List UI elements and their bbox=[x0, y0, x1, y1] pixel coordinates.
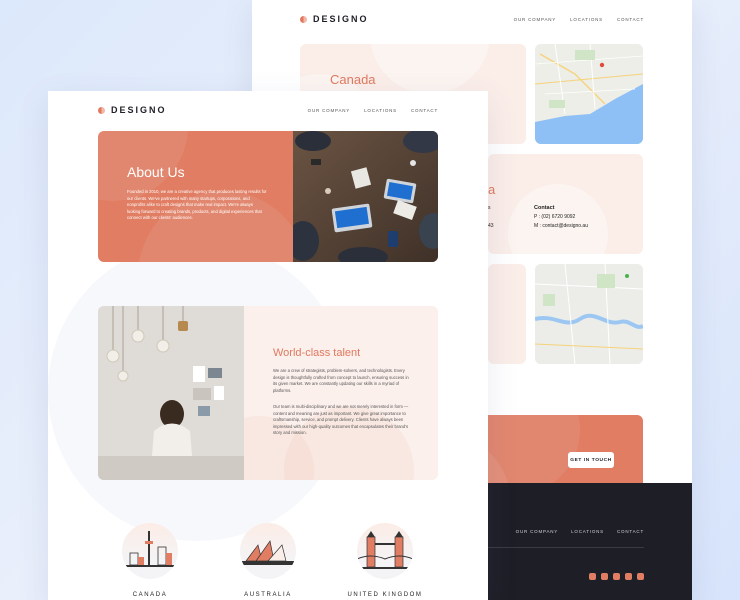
australia-illustration bbox=[240, 523, 296, 579]
team-meeting-photo bbox=[293, 131, 438, 262]
talent-paragraph-1: We are a crew of strategists, problem-so… bbox=[273, 368, 409, 393]
top-nav: OUR COMPANY LOCATIONS CONTACT bbox=[308, 108, 438, 113]
get-in-touch-button[interactable]: GET IN TOUCH bbox=[568, 452, 614, 468]
logo[interactable]: DESIGNO bbox=[300, 14, 369, 24]
facebook-icon[interactable] bbox=[589, 573, 596, 580]
twitter-icon[interactable] bbox=[613, 573, 620, 580]
logo-text: DESIGNO bbox=[313, 14, 369, 24]
uk-illustration bbox=[357, 523, 413, 579]
instagram-icon[interactable] bbox=[637, 573, 644, 580]
footer-nav-our-company[interactable]: OUR COMPANY bbox=[516, 529, 558, 534]
logo-text: DESIGNO bbox=[111, 105, 167, 115]
logo[interactable]: DESIGNO bbox=[98, 105, 167, 115]
brisbane-map[interactable] bbox=[535, 264, 643, 364]
top-nav: OUR COMPANY LOCATIONS CONTACT bbox=[514, 17, 644, 22]
talent-image bbox=[98, 306, 244, 480]
talent-title: World-class talent bbox=[273, 347, 361, 359]
map-image bbox=[535, 44, 643, 144]
nav-our-company[interactable]: OUR COMPANY bbox=[308, 108, 350, 113]
pinterest-icon[interactable] bbox=[625, 573, 632, 580]
footer-nav-locations[interactable]: LOCATIONS bbox=[571, 529, 604, 534]
australia-title: a bbox=[488, 182, 496, 197]
logo-icon bbox=[300, 15, 307, 23]
about-hero: About Us Founded in 2010, we are a creat… bbox=[98, 131, 293, 262]
nav-contact[interactable]: CONTACT bbox=[411, 108, 438, 113]
youtube-icon[interactable] bbox=[601, 573, 608, 580]
location-australia[interactable]: AUSTRALIA bbox=[235, 523, 301, 600]
location-uk-label: UNITED KINGDOM bbox=[347, 592, 423, 598]
social-links bbox=[589, 573, 644, 580]
meeting-image bbox=[293, 131, 438, 262]
nav-locations[interactable]: LOCATIONS bbox=[364, 108, 397, 113]
canada-title: Canada bbox=[330, 72, 376, 87]
footer-nav: OUR COMPANY LOCATIONS CONTACT bbox=[516, 529, 644, 534]
about-page-preview: DESIGNO OUR COMPANY LOCATIONS CONTACT Ab… bbox=[48, 91, 488, 600]
contact-phone: P : (02) 6720 9092 bbox=[534, 214, 576, 220]
world-class-talent-section: World-class talent We are a crew of stra… bbox=[244, 306, 438, 480]
toronto-map[interactable] bbox=[535, 44, 643, 144]
nav-contact[interactable]: CONTACT bbox=[617, 17, 644, 22]
talent-paragraph-2: Our team is multi-disciplinary and we ar… bbox=[273, 404, 409, 435]
logo-icon bbox=[98, 106, 105, 114]
contact-heading: Contact bbox=[534, 205, 555, 211]
australia-location-card: a s 43 Contact P : (02) 6720 9092 M : co… bbox=[488, 154, 643, 254]
office-address: s 43 bbox=[488, 205, 494, 229]
about-title: About Us bbox=[127, 164, 185, 180]
nav-our-company[interactable]: OUR COMPANY bbox=[514, 17, 556, 22]
uk-location-card bbox=[488, 264, 526, 364]
footer-nav-contact[interactable]: CONTACT bbox=[617, 529, 644, 534]
location-canada[interactable]: CANADA bbox=[117, 523, 183, 600]
about-body: Founded in 2010, we are a creative agenc… bbox=[127, 189, 267, 221]
nav-locations[interactable]: LOCATIONS bbox=[570, 17, 603, 22]
map-image bbox=[535, 264, 643, 364]
location-united-kingdom[interactable]: UNITED KINGDOM bbox=[347, 523, 421, 600]
gallery-wall-photo bbox=[98, 306, 244, 480]
contact-email[interactable]: M : contact@designo.au bbox=[534, 222, 588, 231]
canada-illustration bbox=[122, 523, 178, 579]
location-australia-label: AUSTRALIA bbox=[244, 592, 292, 598]
location-canada-label: CANADA bbox=[132, 592, 168, 598]
contact-info: Contact P : (02) 6720 9092 M : contact@d… bbox=[534, 204, 588, 231]
